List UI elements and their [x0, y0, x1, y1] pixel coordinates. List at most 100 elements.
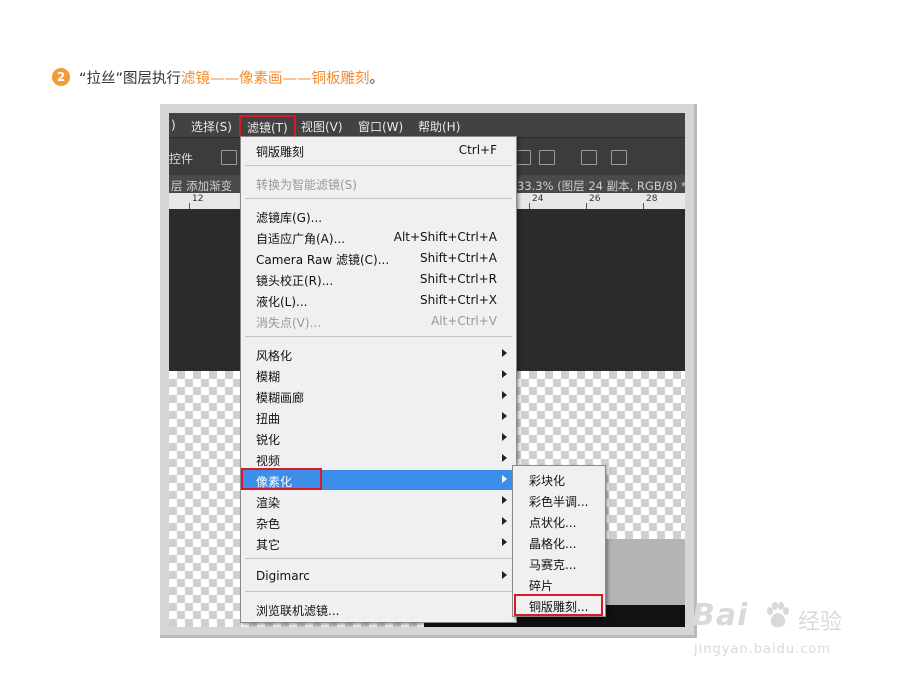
menu-item-liquify[interactable]: 液化(L)... Shift+Ctrl+X: [242, 290, 515, 310]
menu-item-label: 渲染: [256, 496, 281, 510]
options-label: 控件: [169, 152, 194, 166]
menu-item-sharpen[interactable]: 锐化: [242, 428, 515, 448]
doc-tab-left[interactable]: 层 添加渐变: [171, 178, 232, 194]
submenu-arrow-icon: [502, 433, 507, 441]
submenu-item-pointillize[interactable]: 点状化...: [514, 511, 604, 531]
submenu-arrow-icon: [502, 349, 507, 357]
menu-item-shortcut: Shift+Ctrl+A: [420, 251, 497, 265]
submenu-item-label: 点状化...: [529, 516, 577, 530]
menu-item-digimarc[interactable]: Digimarc: [242, 566, 515, 586]
menu-item-label: 转换为智能滤镜(S): [256, 178, 357, 192]
mezzotint-callout-box: [514, 594, 603, 616]
submenu-arrow-icon: [502, 538, 507, 546]
menu-separator: [245, 165, 512, 166]
menu-item-lens-correction[interactable]: 镜头校正(R)... Shift+Ctrl+R: [242, 269, 515, 289]
menu-help[interactable]: 帮助(H): [418, 118, 460, 135]
canvas-gray-layer: [599, 539, 685, 605]
paw-icon: [767, 602, 789, 628]
menu-item-camera-raw[interactable]: Camera Raw 滤镜(C)... Shift+Ctrl+A: [242, 248, 515, 268]
submenu-item-label: 碎片: [529, 579, 554, 593]
submenu-item-mosaic[interactable]: 马赛克...: [514, 553, 604, 573]
watermark-url: jingyan.baidu.com: [694, 642, 831, 657]
menu-item-browse-online[interactable]: 浏览联机滤镜...: [242, 599, 515, 619]
menu-item-convert-smart[interactable]: 转换为智能滤镜(S): [242, 173, 515, 193]
menu-item-stylize[interactable]: 风格化: [242, 344, 515, 364]
distribute-columns-icon[interactable]: [581, 150, 597, 165]
menu-item-label: 风格化: [256, 349, 293, 363]
menu-item-other[interactable]: 其它: [242, 533, 515, 553]
doc-tab-title[interactable]: 33.3% (图层 24 副本, RGB/8) *: [517, 178, 685, 194]
submenu-item-color-halftone[interactable]: 彩色半调...: [514, 490, 604, 510]
caption-text: “拉丝”图层执行: [79, 70, 182, 87]
menu-item-label: 杂色: [256, 517, 281, 531]
menu-item-label: 铜版雕刻: [256, 145, 305, 159]
menu-separator: [245, 198, 512, 199]
menu-item-label: 自适应广角(A)...: [256, 232, 346, 246]
submenu-item-crystallize[interactable]: 晶格化...: [514, 532, 604, 552]
submenu-arrow-icon: [502, 517, 507, 525]
menu-bar: ) 选择(S) 滤镜(T) 视图(V) 窗口(W) 帮助(H): [169, 113, 685, 140]
menu-item-label: 镜头校正(R)...: [256, 274, 334, 288]
menu-item-noise[interactable]: 杂色: [242, 512, 515, 532]
menu-window[interactable]: 窗口(W): [358, 118, 403, 135]
menu-item-render[interactable]: 渲染: [242, 491, 515, 511]
menu-separator: [245, 336, 512, 337]
submenu-arrow-icon: [502, 496, 507, 504]
menu-select[interactable]: 选择(S): [191, 118, 232, 135]
step-number-badge: 2: [52, 68, 70, 86]
distribute-icon[interactable]: [515, 150, 531, 165]
menu-item-shortcut: Shift+Ctrl+R: [419, 272, 497, 286]
menu-item-label: Digimarc: [256, 569, 310, 583]
ruler-label-24: 24: [532, 194, 544, 204]
menu-view[interactable]: 视图(V): [301, 118, 343, 135]
menu-item-label: 模糊: [256, 370, 281, 384]
submenu-item-label: 彩块化: [529, 474, 566, 488]
menu-item-label: 扭曲: [256, 412, 281, 426]
submenu-item-label: 晶格化...: [529, 537, 577, 551]
align-icon[interactable]: [221, 150, 237, 165]
watermark-brand-cn: 经验: [798, 610, 843, 635]
menu-item-last-filter[interactable]: 铜版雕刻 Ctrl+F: [242, 140, 515, 160]
ruler-label-26: 26: [589, 194, 601, 204]
menu-item-distort[interactable]: 扭曲: [242, 407, 515, 427]
submenu-item-label: 马赛克...: [529, 558, 577, 572]
step-caption: 2 “拉丝”图层执行 滤镜——像素画——铜板雕刻。: [52, 66, 384, 88]
menu-item-adaptive-wide-angle[interactable]: 自适应广角(A)... Alt+Shift+Ctrl+A: [242, 227, 515, 247]
ruler-label-28: 28: [646, 194, 658, 204]
caption-end: 。: [369, 70, 385, 87]
menu-item-shortcut: Ctrl+F: [458, 143, 497, 157]
submenu-item-fragment[interactable]: 碎片: [514, 574, 604, 594]
menu-separator: [245, 591, 512, 592]
submenu-arrow-icon: [502, 475, 507, 483]
submenu-item-color-halftone-block[interactable]: 彩块化: [514, 469, 604, 489]
menu-item-blur-gallery[interactable]: 模糊画廊: [242, 386, 515, 406]
menu-item-blur[interactable]: 模糊: [242, 365, 515, 385]
menu-item-shortcut: Alt+Ctrl+V: [431, 314, 497, 328]
menu-item-shortcut: Shift+Ctrl+X: [420, 293, 497, 307]
menu-item-label: 消失点(V)...: [256, 316, 322, 330]
menu-item-label: 浏览联机滤镜...: [256, 604, 340, 618]
caption-highlight: 滤镜——像素画——铜板雕刻: [181, 70, 370, 87]
menu-item-label: 其它: [256, 538, 281, 552]
submenu-arrow-icon: [502, 454, 507, 462]
distribute-spacing-icon[interactable]: [611, 150, 627, 165]
submenu-arrow-icon: [502, 391, 507, 399]
ruler-label-12: 12: [192, 194, 204, 204]
menu-item-vanishing-point[interactable]: 消失点(V)... Alt+Ctrl+V: [242, 311, 515, 331]
menu-item-shortcut: Alt+Shift+Ctrl+A: [393, 230, 497, 244]
submenu-item-label: 彩色半调...: [529, 495, 589, 509]
submenu-arrow-icon: [502, 412, 507, 420]
watermark-brand: Bai: [692, 598, 749, 633]
menu-item-video[interactable]: 视频: [242, 449, 515, 469]
submenu-arrow-icon: [502, 571, 507, 579]
menu-item-label: 滤镜库(G)...: [256, 211, 323, 225]
menu-item-partial[interactable]: ): [171, 118, 176, 132]
submenu-arrow-icon: [502, 370, 507, 378]
pixelate-callout-box: [241, 468, 322, 490]
menu-item-filter-gallery[interactable]: 滤镜库(G)...: [242, 206, 515, 226]
menu-item-label: 液化(L)...: [256, 295, 308, 309]
baidu-watermark: Bai 经验 jingyan.baidu.com: [692, 598, 862, 664]
menu-separator: [245, 558, 512, 559]
menu-item-label: 锐化: [256, 433, 281, 447]
distribute-center-icon[interactable]: [539, 150, 555, 165]
